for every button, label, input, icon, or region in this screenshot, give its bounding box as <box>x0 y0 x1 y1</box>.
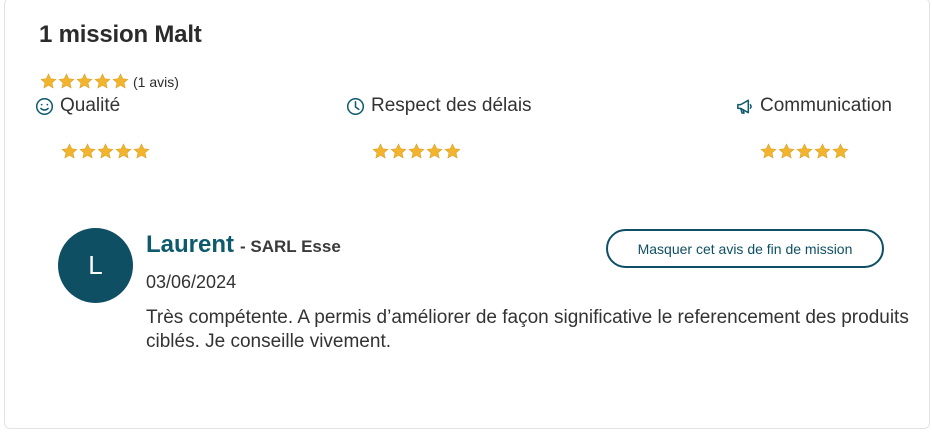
overall-rating: (1 avis) <box>40 73 179 90</box>
star-icon <box>832 143 849 160</box>
criterion-quality: Qualité <box>35 95 120 117</box>
quality-stars <box>61 143 150 160</box>
mission-review-card: 1 mission Malt (1 avis) Qualité Respect … <box>4 0 930 429</box>
deadline-stars <box>372 143 461 160</box>
star-icon <box>115 143 132 160</box>
star-icon <box>58 73 75 90</box>
megaphone-icon <box>735 97 754 116</box>
criterion-communication: Communication <box>735 95 892 117</box>
hide-review-button[interactable]: Masquer cet avis de fin de mission <box>606 229 884 268</box>
star-icon <box>444 143 461 160</box>
star-icon <box>796 143 813 160</box>
review-date: 03/06/2024 <box>146 272 237 292</box>
clock-icon <box>346 97 365 116</box>
star-icon <box>408 143 425 160</box>
criterion-label: Respect des délais <box>371 95 532 116</box>
star-icon <box>40 73 57 90</box>
star-icon <box>426 143 443 160</box>
criterion-label: Communication <box>760 95 892 116</box>
review-text: Très compétente. A permis d’améliorer de… <box>146 307 909 352</box>
criterion-label: Qualité <box>60 95 121 116</box>
reviewer-name: Laurent <box>146 231 235 258</box>
star-icon <box>79 143 96 160</box>
star-icon <box>76 73 93 90</box>
star-icon <box>61 143 78 160</box>
star-icon <box>94 73 111 90</box>
star-icon <box>760 143 777 160</box>
avatar: L <box>58 228 133 303</box>
star-icon <box>390 143 407 160</box>
criterion-deadlines: Respect des délais <box>346 95 532 117</box>
star-icon <box>112 73 129 90</box>
star-icon <box>97 143 114 160</box>
reviewer-info: Laurent - SARL Esse <box>146 231 341 259</box>
star-icon <box>778 143 795 160</box>
overall-stars <box>40 73 129 90</box>
star-icon <box>372 143 389 160</box>
communication-stars <box>760 143 849 160</box>
smile-icon <box>35 97 54 116</box>
star-icon <box>133 143 150 160</box>
star-icon <box>814 143 831 160</box>
page-title: 1 mission Malt <box>39 21 202 48</box>
review-count: (1 avis) <box>133 73 179 90</box>
reviewer-company: - SARL Esse <box>240 237 341 256</box>
